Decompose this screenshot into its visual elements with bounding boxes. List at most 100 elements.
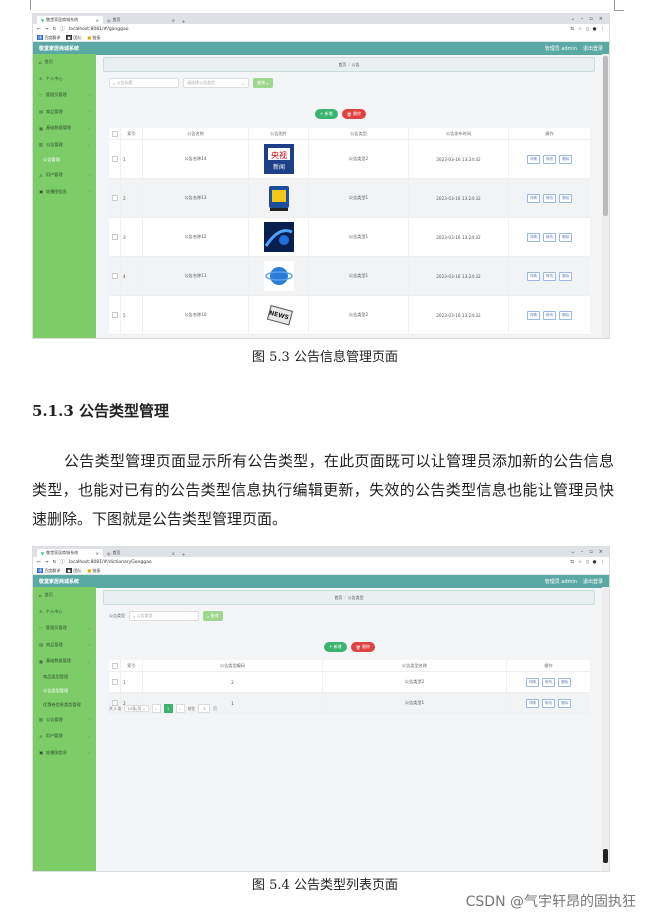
close-icon[interactable]: × — [96, 18, 99, 23]
search-button[interactable]: 查询 ⌕ — [253, 78, 273, 88]
row-checkbox[interactable] — [111, 234, 118, 240]
profile-icon[interactable]: ● — [593, 560, 597, 565]
star-icon[interactable]: ☆ — [578, 27, 582, 32]
more-icon[interactable]: ⋮ — [601, 27, 606, 32]
edit-button[interactable]: 修改 — [542, 271, 557, 281]
browser-tab-other[interactable]: ◎ 首页 × — [103, 549, 179, 557]
detail-button[interactable]: 详情 — [526, 193, 540, 203]
sidebar-item-users[interactable]: ♙ 用户管理 › — [33, 167, 96, 184]
detail-button[interactable]: 详情 — [526, 310, 540, 320]
forward-icon[interactable]: → — [45, 560, 49, 565]
new-tab-icon[interactable]: + — [179, 552, 188, 557]
close-icon[interactable]: × — [172, 551, 175, 556]
minimize-icon[interactable]: – — [581, 16, 584, 22]
sidebar-item-carousel[interactable]: ▣ 轮播图信息 › — [33, 745, 96, 762]
edit-button[interactable]: 修改 — [542, 193, 557, 203]
url-field[interactable]: localhost:8081/#/dictionaryGonggao — [69, 560, 566, 565]
close-icon[interactable]: × — [172, 18, 175, 23]
logout-link[interactable]: 退出登录 — [583, 45, 603, 52]
batch-delete-button[interactable]: 🗑 删除 — [350, 642, 375, 652]
breadcrumb-home[interactable]: 首页 — [338, 62, 346, 68]
profile-icon[interactable]: ● — [593, 27, 597, 32]
bookmark-item[interactable]: 译 百度翻译 — [37, 567, 60, 574]
row-checkbox[interactable] — [111, 312, 118, 318]
row-checkbox[interactable] — [111, 273, 118, 279]
sidebar-subitem-notice-type[interactable]: 公告类型管理 — [33, 684, 96, 698]
sidebar-item-admin[interactable]: ♡ 管理员管理 › — [33, 87, 96, 104]
next-page-icon[interactable]: › — [175, 704, 185, 713]
notice-type-select[interactable]: 请选择公告类型 ⌄ — [183, 78, 249, 88]
sidebar-item-profile[interactable]: ♙ 个人中心 — [33, 604, 96, 621]
sidebar-item-basic-data[interactable]: ▦ 基础数据管理 › — [33, 120, 96, 137]
sidebar-subitem-goods-type[interactable]: 商品类型管理 — [33, 670, 96, 684]
notice-image[interactable] — [263, 222, 294, 252]
sidebar-item-users[interactable]: ♙ 用户管理 › — [33, 728, 96, 745]
new-tab-icon[interactable]: + — [179, 19, 188, 24]
sidebar-item-goods[interactable]: ▤ 商品管理 › — [33, 104, 96, 121]
breadcrumb-home[interactable]: 首页 — [334, 595, 342, 601]
sidebar-item-notice[interactable]: ▥ 公告管理 › — [33, 712, 96, 729]
delete-button[interactable]: 删除 — [559, 154, 573, 164]
sidebar-icon[interactable]: ▯ — [586, 27, 588, 32]
maximize-icon[interactable]: ▫ — [589, 549, 592, 555]
bookmark-item[interactable]: ■ 链接 — [87, 568, 100, 574]
edit-button[interactable]: 修改 — [541, 698, 556, 708]
notice-image[interactable] — [263, 183, 294, 213]
detail-button[interactable]: 详情 — [525, 698, 539, 708]
edit-button[interactable]: 修改 — [542, 154, 557, 164]
sidebar-item-home[interactable]: ⌂ 首页 — [33, 587, 96, 604]
delete-button[interactable]: 删除 — [559, 310, 573, 320]
notice-title-input[interactable]: ⌕ 公告标题 — [109, 78, 179, 88]
bookmark-item[interactable]: ■ 链接 — [87, 35, 100, 41]
share-icon[interactable]: ⇆ — [570, 560, 574, 565]
browser-tab-active[interactable]: ▼ 敬堂家居商城系统 × — [37, 16, 103, 24]
notice-image[interactable]: 央视新闻 — [263, 144, 294, 174]
sidebar-subitem-coupon-type[interactable]: 优惠卷信息类型管理 — [33, 698, 96, 712]
edit-button[interactable]: 修改 — [542, 232, 557, 242]
logout-link[interactable]: 退出登录 — [583, 578, 603, 585]
more-icon[interactable]: ⋮ — [601, 560, 606, 565]
select-all-checkbox[interactable] — [111, 662, 118, 669]
delete-button[interactable]: 删除 — [559, 193, 573, 203]
minimize-icon[interactable]: – — [581, 549, 584, 555]
notice-image[interactable] — [263, 261, 294, 291]
sidebar-icon[interactable]: ▯ — [586, 560, 588, 565]
close-icon[interactable]: × — [96, 551, 99, 556]
edit-button[interactable]: 修改 — [542, 310, 557, 320]
sidebar-item-admin[interactable]: ♡ 管理员管理 › — [33, 620, 96, 637]
page-size-select[interactable]: 10条/页 ⌄ — [124, 705, 149, 712]
notice-type-input[interactable]: ⌕ 公告类型 — [129, 611, 199, 621]
select-all-checkbox[interactable] — [111, 130, 118, 137]
row-checkbox[interactable] — [111, 195, 118, 201]
delete-button[interactable]: 删除 — [558, 698, 572, 708]
sidebar-item-basic-data[interactable]: ▦ 基础数据管理 ⌄ — [33, 653, 96, 670]
bookmark-item[interactable]: 译 百度翻译 — [37, 34, 60, 41]
batch-delete-button[interactable]: 🗑 删除 — [341, 109, 366, 119]
page-number[interactable]: 1 — [163, 704, 173, 713]
star-icon[interactable]: ☆ — [578, 560, 582, 565]
close-icon[interactable]: × — [599, 16, 603, 22]
chevron-down-icon[interactable]: ⌄ — [571, 549, 575, 555]
bookmark-item[interactable]: ▣ 团队 — [66, 34, 81, 41]
detail-button[interactable]: 详情 — [526, 154, 540, 164]
add-button[interactable]: + 新增 — [315, 109, 338, 119]
reload-icon[interactable]: ↻ — [53, 27, 57, 32]
browser-tab-other[interactable]: ◎ 首页 × — [103, 16, 179, 24]
detail-button[interactable]: 详情 — [525, 677, 539, 687]
sidebar-item-notice[interactable]: ▥ 公告管理 ⌄ — [33, 137, 96, 154]
detail-button[interactable]: 详情 — [526, 271, 540, 281]
notice-image[interactable]: NEWS — [263, 300, 294, 330]
row-checkbox[interactable] — [111, 679, 118, 685]
url-field[interactable]: localhost:8081/#/gonggao — [69, 27, 566, 32]
maximize-icon[interactable]: ▫ — [589, 16, 592, 22]
sidebar-item-carousel[interactable]: ▣ 轮播图信息 › — [33, 184, 96, 201]
scrollbar[interactable] — [602, 587, 609, 871]
forward-icon[interactable]: → — [45, 27, 49, 32]
scrollbar[interactable] — [602, 54, 609, 338]
close-icon[interactable]: × — [599, 549, 603, 555]
delete-button[interactable]: 删除 — [559, 271, 573, 281]
sidebar-item-profile[interactable]: ♙ 个人中心 — [33, 71, 96, 88]
delete-button[interactable]: 删除 — [558, 677, 572, 687]
bookmark-item[interactable]: ▣ 团队 — [66, 567, 81, 574]
delete-button[interactable]: 删除 — [559, 232, 573, 242]
